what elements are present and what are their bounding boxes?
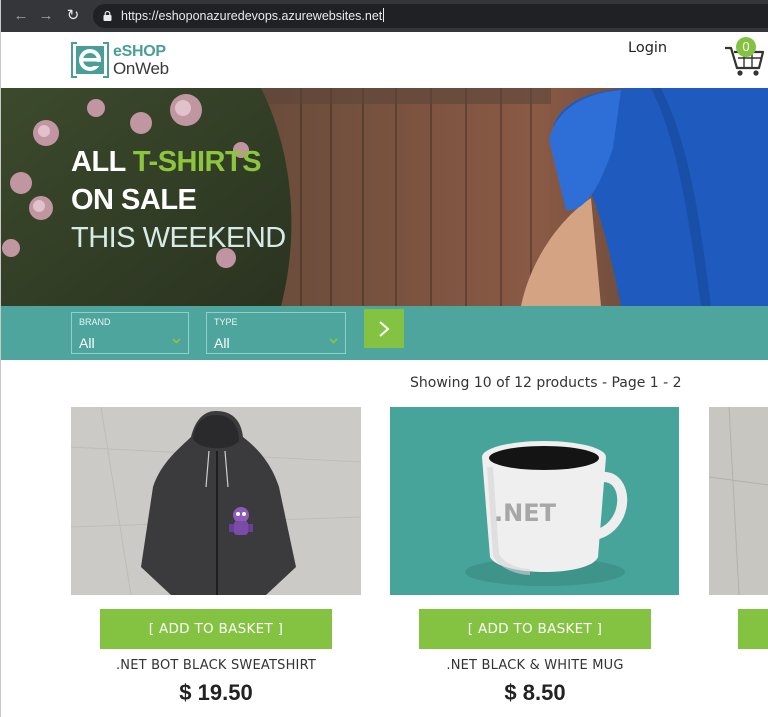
url-value: https://eshoponazuredevops.azurewebsites… [121, 9, 383, 23]
hero-heading-line1: ALL T-SHIRTS [71, 146, 262, 179]
hero-heading-line2: ON SALE [71, 184, 197, 216]
sweatshirt-photo [71, 407, 361, 595]
type-filter-value: All [214, 335, 230, 351]
browser-toolbar: ← → ↻ https://eshoponazuredevops.azurewe… [1, 0, 768, 32]
address-bar[interactable]: https://eshoponazuredevops.azurewebsites… [93, 4, 768, 28]
filter-bar: BRAND All TYPE All [1, 306, 768, 360]
back-arrow-icon[interactable]: ← [11, 6, 31, 26]
forward-arrow-icon[interactable]: → [36, 6, 56, 26]
type-filter-label: TYPE [214, 317, 238, 327]
product-image-mug[interactable]: .NET [390, 407, 679, 595]
login-link[interactable]: Login [628, 40, 667, 56]
brand-filter-label: BRAND [79, 317, 111, 327]
product-name: .NET BOT BLACK SWEATSHIRT [115, 658, 317, 673]
product-name: .NET BLACK & WHITE MUG [446, 658, 624, 673]
type-filter-select[interactable]: TYPE All [206, 312, 346, 354]
cart-count-badge: 0 [736, 37, 756, 57]
lock-icon [103, 11, 112, 21]
page: ← → ↻ https://eshoponazuredevops.azurewe… [0, 0, 768, 717]
add-to-basket-button-partial[interactable] [738, 609, 768, 649]
brand-filter-value: All [79, 335, 95, 351]
url-text: https://eshoponazuredevops.azurewebsites… [121, 8, 385, 23]
cart-button[interactable]: 0 [723, 36, 767, 78]
hero-heading-line1-text: ALL [71, 146, 126, 178]
mug-photo: .NET [390, 407, 679, 595]
eshop-logo[interactable]: eSHOP OnWeb [71, 39, 191, 81]
add-to-basket-button[interactable]: [ ADD TO BASKET ] [100, 609, 332, 649]
brand-filter-select[interactable]: BRAND All [71, 312, 189, 354]
product-price: $ 8.50 [504, 680, 566, 705]
apply-filter-button[interactable] [364, 309, 404, 348]
text-cursor [383, 8, 385, 22]
pagination-summary: Showing 10 of 12 products - Page 1 - 2 [410, 375, 682, 391]
chevron-down-icon [329, 338, 338, 344]
logo-text-onweb: OnWeb [113, 59, 169, 78]
hero-heading-line3: THIS WEEKEND [71, 222, 286, 254]
chevron-down-icon [172, 338, 181, 344]
product-image-sweatshirt[interactable] [71, 407, 361, 595]
site-header: eSHOP OnWeb Login 0 [1, 32, 768, 88]
chevron-right-icon [379, 321, 390, 337]
logo-e-icon [71, 42, 109, 78]
add-to-basket-button[interactable]: [ ADD TO BASKET ] [419, 609, 651, 649]
product-image-partial[interactable] [709, 407, 768, 595]
hero-banner: ALL T-SHIRTS ON SALE THIS WEEKEND [1, 88, 768, 306]
reload-icon[interactable]: ↻ [63, 6, 83, 26]
mug-logo-text: .NET [494, 499, 557, 527]
product-price: $ 19.50 [179, 680, 253, 705]
partial-product-photo [709, 407, 768, 595]
hero-heading-accent: T-SHIRTS [132, 146, 262, 178]
